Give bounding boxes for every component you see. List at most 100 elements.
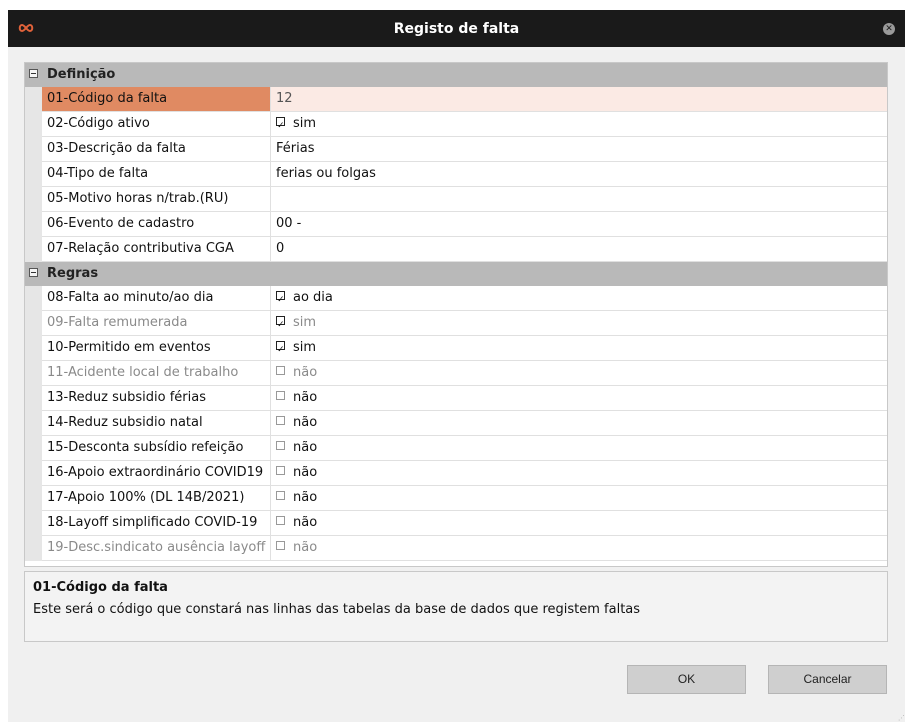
property-name[interactable]: 17-Apoio 100% (DL 14B/2021) (42, 486, 271, 511)
checkbox-unchecked-icon[interactable] (276, 416, 285, 425)
property-name[interactable]: 15-Desconta subsídio refeição (42, 436, 271, 461)
property-name[interactable]: 11-Acidente local de trabalho (42, 361, 271, 386)
row-gutter (25, 486, 42, 511)
property-value-text: sim (293, 340, 317, 355)
property-value-text: não (293, 515, 318, 530)
property-name[interactable]: 03-Descrição da falta (42, 137, 271, 162)
property-row[interactable]: 09-Falta remumerada sim (25, 311, 887, 337)
property-value-text: ferias ou folgas (276, 166, 376, 181)
property-row[interactable]: 05-Motivo horas n/trab.(RU) (25, 187, 887, 212)
property-value[interactable]: não (271, 436, 887, 461)
property-value-text: 0 (276, 241, 285, 256)
row-gutter (25, 386, 42, 411)
property-value[interactable]: não (271, 461, 887, 486)
property-name[interactable]: 02-Código ativo (42, 112, 271, 137)
property-value-text: não (293, 465, 318, 480)
collapse-icon[interactable] (29, 268, 38, 277)
property-row[interactable]: 08-Falta ao minuto/ao dia ao dia (25, 286, 887, 312)
checkbox-checked-icon[interactable] (276, 288, 285, 312)
property-value[interactable]: ao dia (271, 286, 887, 312)
property-value[interactable]: 00 - (271, 212, 887, 237)
checkbox-unchecked-icon[interactable] (276, 391, 285, 400)
property-name[interactable]: 05-Motivo horas n/trab.(RU) (42, 187, 271, 212)
property-row[interactable]: 16-Apoio extraordinário COVID19 não (25, 461, 887, 486)
row-gutter (25, 436, 42, 461)
checkbox-unchecked-icon[interactable] (276, 541, 285, 550)
checkbox-checked-icon[interactable] (276, 114, 285, 138)
property-name[interactable]: 01-Código da falta (42, 87, 271, 112)
checkbox-checked-icon[interactable] (276, 338, 285, 362)
property-value[interactable]: 0 (271, 237, 887, 262)
property-name[interactable]: 16-Apoio extraordinário COVID19 (42, 461, 271, 486)
property-row[interactable]: 13-Reduz subsidio férias não (25, 386, 887, 411)
property-value[interactable]: sim (271, 112, 887, 138)
property-row[interactable]: 07-Relação contributiva CGA 0 (25, 237, 887, 262)
property-grid[interactable]: Definição Regras 01-Código da falta 12 02-… (24, 62, 888, 567)
property-value-text: Férias (276, 141, 315, 156)
property-value[interactable]: 12 (271, 87, 887, 112)
property-value[interactable]: não (271, 361, 887, 386)
close-icon[interactable]: ✕ (883, 23, 895, 35)
checkbox-unchecked-icon[interactable] (276, 441, 285, 450)
row-gutter (25, 336, 42, 361)
category-definicao[interactable]: Definição (25, 63, 887, 87)
property-row[interactable]: 02-Código ativo sim (25, 112, 887, 138)
row-gutter (25, 112, 42, 137)
property-value[interactable]: não (271, 536, 887, 561)
property-row[interactable]: 10-Permitido em eventos sim (25, 336, 887, 362)
checkbox-unchecked-icon[interactable] (276, 491, 285, 500)
row-gutter (25, 212, 42, 237)
property-value[interactable]: sim (271, 311, 887, 337)
row-gutter (25, 87, 42, 112)
ok-button[interactable]: OK (627, 665, 746, 694)
checkbox-checked-icon[interactable] (276, 313, 285, 337)
property-name[interactable]: 06-Evento de cadastro (42, 212, 271, 237)
category-label: Definição (47, 67, 116, 82)
property-value[interactable]: ferias ou folgas (271, 162, 887, 187)
property-row[interactable]: 17-Apoio 100% (DL 14B/2021) não (25, 486, 887, 511)
collapse-icon[interactable] (29, 69, 38, 78)
category-regras[interactable]: Regras (25, 262, 887, 286)
property-name[interactable]: 10-Permitido em eventos (42, 336, 271, 361)
property-row[interactable]: 14-Reduz subsidio natal não (25, 411, 887, 436)
property-name[interactable]: 13-Reduz subsidio férias (42, 386, 271, 411)
property-value[interactable]: não (271, 486, 887, 511)
property-value[interactable]: não (271, 511, 887, 536)
property-row[interactable]: 11-Acidente local de trabalho não (25, 361, 887, 386)
property-value[interactable]: Férias (271, 137, 887, 162)
property-row[interactable]: 18-Layoff simplificado COVID-19 não (25, 511, 887, 536)
row-gutter (25, 137, 42, 162)
property-name[interactable]: 18-Layoff simplificado COVID-19 (42, 511, 271, 536)
property-value-text: ao dia (293, 290, 333, 305)
property-value[interactable]: sim (271, 336, 887, 362)
property-row[interactable]: 04-Tipo de falta ferias ou folgas (25, 162, 887, 187)
property-name[interactable]: 04-Tipo de falta (42, 162, 271, 187)
property-value[interactable]: não (271, 386, 887, 411)
row-gutter (25, 536, 42, 561)
checkbox-unchecked-icon[interactable] (276, 466, 285, 475)
property-value[interactable] (271, 187, 887, 212)
property-name[interactable]: 19-Desc.sindicato ausência layoff (42, 536, 271, 561)
row-gutter (25, 162, 42, 187)
resize-grip-icon[interactable]: ⋰ (898, 714, 905, 722)
row-gutter (25, 237, 42, 262)
property-row[interactable]: 19-Desc.sindicato ausência layoff não (25, 536, 887, 561)
property-row[interactable]: 03-Descrição da falta Férias (25, 137, 887, 162)
property-row[interactable]: 06-Evento de cadastro 00 - (25, 212, 887, 237)
property-value-text: não (293, 440, 318, 455)
property-value[interactable]: não (271, 411, 887, 436)
category-label: Regras (47, 266, 99, 281)
checkbox-unchecked-icon[interactable] (276, 366, 285, 375)
property-name[interactable]: 09-Falta remumerada (42, 311, 271, 336)
cancel-button[interactable]: Cancelar (768, 665, 887, 694)
property-name[interactable]: 08-Falta ao minuto/ao dia (42, 286, 271, 311)
window-title: Registo de falta (393, 21, 520, 37)
row-gutter (25, 461, 42, 486)
property-row[interactable]: 15-Desconta subsídio refeição não (25, 436, 887, 461)
checkbox-unchecked-icon[interactable] (276, 516, 285, 525)
property-row[interactable]: 01-Código da falta 12 (25, 87, 887, 112)
property-name[interactable]: 14-Reduz subsidio natal (42, 411, 271, 436)
property-name[interactable]: 07-Relação contributiva CGA (42, 237, 271, 262)
row-gutter (25, 311, 42, 336)
property-value-text: 00 - (276, 216, 302, 231)
